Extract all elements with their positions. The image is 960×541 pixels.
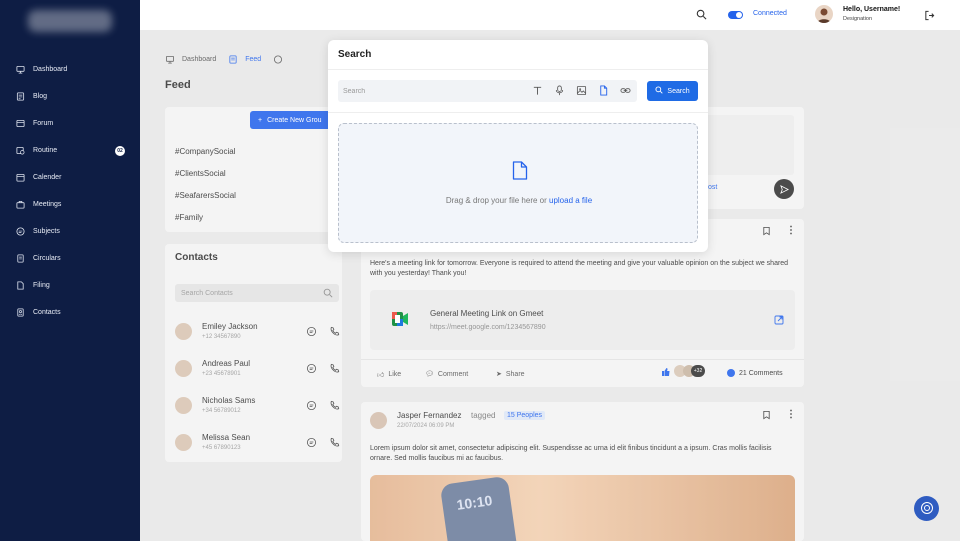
- blog-icon: [16, 92, 25, 101]
- sidebar-item-blog[interactable]: Blog: [0, 83, 140, 110]
- routine-icon: [16, 146, 25, 155]
- sidebar-item-dashboard[interactable]: Dashboard: [0, 56, 140, 83]
- routine-badge: 02: [115, 145, 125, 156]
- search-button-label: Search: [667, 87, 690, 95]
- sidebar-item-label: Forum: [33, 120, 54, 127]
- divider: [328, 112, 708, 113]
- sidebar-item-circulars[interactable]: Circulars: [0, 245, 140, 272]
- topbar: Connected Hello, Username! Designation: [140, 0, 960, 30]
- sidebar-item-calender[interactable]: Calender: [0, 164, 140, 191]
- search-icon: [655, 86, 664, 96]
- calendar-icon: [16, 173, 25, 182]
- divider: [328, 69, 708, 70]
- sidebar-item-label: Circulars: [33, 255, 61, 262]
- sidebar-item-label: Subjects: [33, 228, 60, 235]
- user-designation: Designation: [843, 16, 873, 22]
- sidebar-item-filing[interactable]: Filing: [0, 272, 140, 299]
- forum-icon: [16, 119, 25, 128]
- help-fab[interactable]: [914, 496, 939, 521]
- sidebar-item-meetings[interactable]: Meetings: [0, 191, 140, 218]
- circulars-icon: [16, 254, 25, 263]
- sidebar-item-label: Routine: [33, 147, 58, 154]
- sidebar-item-label: Contacts: [33, 309, 61, 316]
- logout-icon[interactable]: [924, 10, 935, 23]
- sidebar-item-subjects[interactable]: Subjects: [0, 218, 140, 245]
- connection-status: Connected: [753, 10, 787, 17]
- meetings-icon: [16, 200, 25, 209]
- sidebar-item-label: Dashboard: [33, 66, 68, 73]
- sidebar-item-label: Blog: [33, 93, 48, 100]
- user-greeting: Hello, Username!: [843, 6, 901, 13]
- user-avatar[interactable]: [815, 5, 833, 23]
- microphone-icon[interactable]: [554, 85, 565, 98]
- file-icon: [16, 281, 25, 290]
- monitor-icon: [16, 65, 25, 74]
- connection-toggle[interactable]: [728, 11, 743, 19]
- file-icon: [512, 161, 528, 182]
- sidebar-item-label: Filing: [33, 282, 50, 289]
- link-icon[interactable]: [620, 85, 631, 98]
- text-icon[interactable]: [532, 85, 543, 98]
- logo: [28, 10, 112, 32]
- sidebar-item-label: Calender: [33, 174, 62, 181]
- sidebar-item-contacts[interactable]: Contacts: [0, 299, 140, 326]
- search-input[interactable]: [338, 80, 523, 102]
- support-icon: [920, 501, 934, 517]
- image-icon[interactable]: [576, 85, 587, 98]
- sidebar-nav: Dashboard Blog Forum Routine 02 Calender…: [0, 56, 140, 326]
- upload-file-link[interactable]: upload a file: [549, 196, 592, 205]
- sidebar-item-forum[interactable]: Forum: [0, 110, 140, 137]
- modal-title: Search: [338, 49, 372, 60]
- sidebar: Dashboard Blog Forum Routine 02 Calender…: [0, 0, 140, 541]
- search-modal: Search Search Drag & drop your file here…: [328, 40, 708, 252]
- file-dropzone[interactable]: Drag & drop your file here or upload a f…: [338, 123, 698, 243]
- dropzone-label: Drag & drop your file here or: [445, 196, 549, 205]
- search-field: [338, 80, 637, 102]
- sidebar-item-routine[interactable]: Routine 02: [0, 137, 140, 164]
- document-icon[interactable]: [598, 85, 609, 98]
- search-icon[interactable]: [696, 9, 707, 22]
- search-button[interactable]: Search: [647, 81, 698, 101]
- sidebar-item-label: Meetings: [33, 201, 62, 208]
- dropzone-text: Drag & drop your file here or upload a f…: [339, 196, 699, 205]
- subjects-icon: [16, 227, 25, 236]
- contacts-icon: [16, 308, 25, 317]
